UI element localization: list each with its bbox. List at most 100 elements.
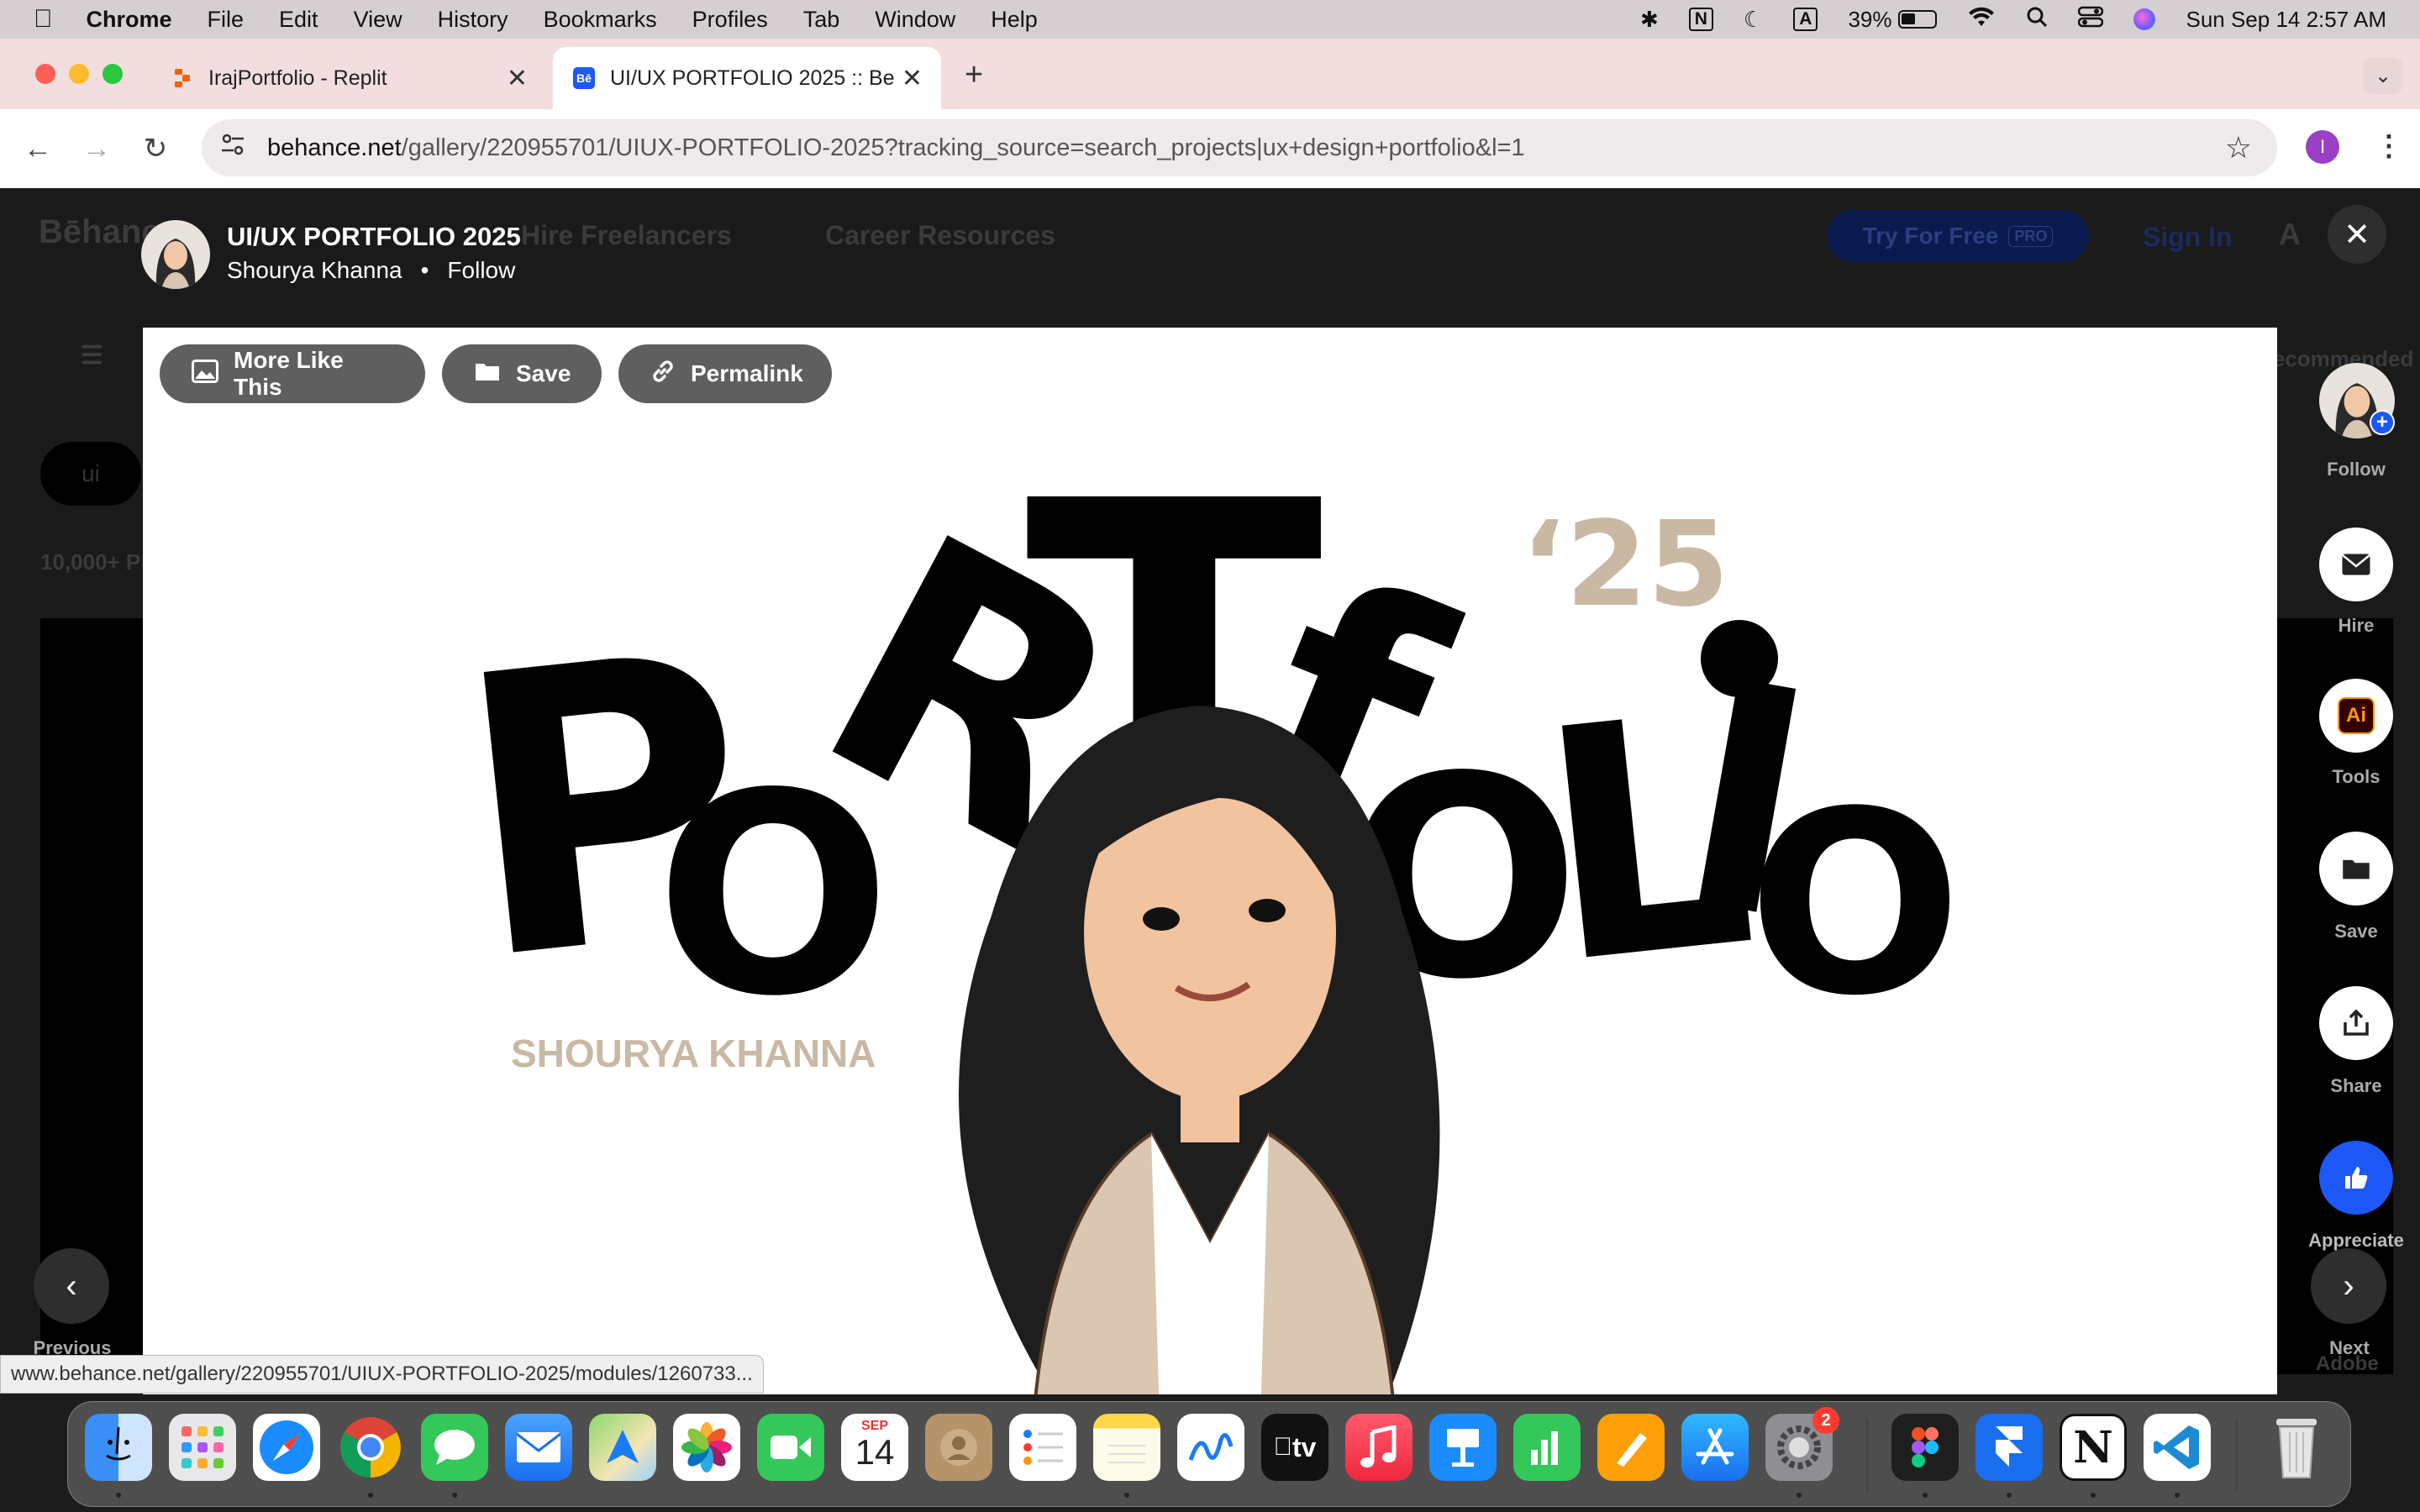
menu-help[interactable]: Help: [991, 7, 1038, 33]
menu-file[interactable]: File: [208, 7, 245, 33]
tab-replit[interactable]: IrajPortfolio - Replit ✕: [151, 47, 546, 109]
safari-icon[interactable]: [253, 1414, 320, 1481]
dock-running-dot: [2175, 1493, 2180, 1498]
nav-hire-freelancers[interactable]: Hire Freelancers: [521, 220, 732, 251]
photos-icon[interactable]: [673, 1414, 740, 1481]
zoom-window-button[interactable]: [103, 64, 123, 84]
next-button[interactable]: ›: [2311, 1248, 2386, 1324]
url-path: /gallery/220955701/UIUX-PORTFOLIO-2025?t…: [401, 134, 1525, 161]
trash-icon[interactable]: [2263, 1414, 2330, 1481]
spotlight-search-icon[interactable]: [2026, 6, 2048, 34]
contacts-icon[interactable]: [925, 1414, 992, 1481]
sidebar-save-button[interactable]: [2319, 832, 2393, 906]
vscode-icon[interactable]: [2144, 1414, 2211, 1481]
mail-icon[interactable]: [505, 1414, 572, 1481]
filter-icon[interactable]: ☰: [81, 341, 103, 370]
facetime-icon[interactable]: [757, 1414, 824, 1481]
close-modal-button[interactable]: ✕: [2328, 205, 2386, 264]
forward-arrow-icon[interactable]: →: [76, 128, 118, 170]
author-avatar[interactable]: [141, 220, 210, 289]
try-for-free-button[interactable]: Try For Free PRO: [1827, 210, 2089, 262]
chrome-menu-icon[interactable]: ⋮: [2375, 129, 2403, 163]
tab-behance[interactable]: Bē UI/UX PORTFOLIO 2025 :: Be ✕: [553, 47, 941, 109]
dock-running-dot: [1124, 1493, 1129, 1498]
sidebar-hire-label: Hire: [2338, 615, 2375, 636]
framer-icon[interactable]: [1975, 1414, 2043, 1481]
menubar-status-area: ✱ N ☾ A 39% Sun Sep 14 2:57 AM: [1640, 0, 2386, 39]
sidebar-tools-label: Tools: [2332, 766, 2381, 787]
reload-icon[interactable]: ↻: [134, 128, 176, 170]
back-arrow-icon[interactable]: ←: [17, 128, 59, 170]
dock-running-dot: [452, 1493, 457, 1498]
tools-button[interactable]: Ai: [2319, 679, 2393, 753]
site-info-icon[interactable]: [220, 133, 245, 163]
battery-percent: 39%: [1848, 6, 1892, 32]
wifi-icon[interactable]: [1967, 6, 1996, 34]
close-tab-icon[interactable]: ✕: [902, 64, 923, 93]
bookmark-star-icon[interactable]: ☆: [2225, 130, 2252, 165]
share-icon: [2344, 1009, 2369, 1036]
menubar-clock[interactable]: Sun Sep 14 2:57 AM: [2186, 7, 2386, 33]
dock-running-dot: [2091, 1493, 2096, 1498]
menu-tab[interactable]: Tab: [803, 7, 840, 33]
finder-icon[interactable]: [85, 1414, 152, 1481]
tab-strip: IrajPortfolio - Replit ✕ Bē UI/UX PORTFO…: [0, 39, 2420, 109]
dock-running-dot: [1923, 1493, 1928, 1498]
siri-icon[interactable]: [2133, 8, 2156, 30]
menu-window[interactable]: Window: [875, 7, 955, 33]
appreciate-button[interactable]: [2319, 1141, 2393, 1215]
numbers-icon[interactable]: [1513, 1414, 1581, 1481]
control-center-icon[interactable]: [2078, 6, 2104, 34]
moon-icon[interactable]: ☾: [1744, 7, 1763, 33]
figma-icon[interactable]: [1891, 1414, 1959, 1481]
dock-running-dot: [1797, 1493, 1802, 1498]
folder-icon: [2343, 859, 2370, 879]
hire-button[interactable]: [2319, 528, 2393, 601]
close-window-button[interactable]: [35, 64, 55, 84]
freeform-icon[interactable]: [1177, 1414, 1244, 1481]
menu-profiles[interactable]: Profiles: [692, 7, 768, 33]
figma-menu-icon[interactable]: ✱: [1640, 7, 1659, 33]
maps-icon[interactable]: [589, 1414, 656, 1481]
apple-tv-icon[interactable]: tv: [1261, 1414, 1328, 1481]
launchpad-icon[interactable]: [169, 1414, 236, 1481]
artwork-year: ‘25: [1521, 496, 1729, 633]
follow-plus-icon[interactable]: +: [2370, 410, 2395, 435]
menu-app-name[interactable]: Chrome: [87, 7, 172, 33]
system-settings-icon[interactable]: 2: [1765, 1407, 1839, 1481]
sign-in-link[interactable]: Sign In: [2143, 222, 2233, 253]
music-icon[interactable]: [1345, 1414, 1413, 1481]
tab-search-icon[interactable]: ⌄: [2363, 57, 2403, 94]
previous-button[interactable]: ‹: [34, 1248, 109, 1324]
chrome-icon[interactable]: [337, 1414, 404, 1481]
address-bar[interactable]: behance.net/gallery/220955701/UIUX-PORTF…: [202, 119, 2277, 176]
portfolio-artwork: P O R T f O L I O ‘25 SHOURYA KHANNA: [440, 409, 1962, 1394]
messages-icon[interactable]: [421, 1414, 488, 1481]
notification-badge: 2: [1812, 1407, 1839, 1434]
minimize-window-button[interactable]: [69, 64, 89, 84]
menu-history[interactable]: History: [438, 7, 508, 33]
notes-icon[interactable]: [1093, 1414, 1160, 1481]
notion-menu-icon[interactable]: N: [1688, 8, 1713, 31]
notion-icon[interactable]: N: [2060, 1414, 2127, 1481]
new-tab-icon[interactable]: +: [965, 57, 983, 93]
reminders-icon[interactable]: [1009, 1414, 1076, 1481]
close-tab-icon[interactable]: ✕: [507, 64, 528, 93]
calendar-icon[interactable]: SEP 14: [841, 1414, 908, 1481]
apple-icon[interactable]: : [34, 5, 53, 34]
author-name[interactable]: Shourya Khanna: [227, 257, 402, 284]
menu-bookmarks[interactable]: Bookmarks: [544, 7, 657, 33]
battery-indicator[interactable]: 39%: [1848, 6, 1938, 33]
share-button[interactable]: [2319, 986, 2393, 1060]
nav-career-resources[interactable]: Career Resources: [825, 220, 1055, 251]
follow-link[interactable]: Follow: [447, 257, 515, 284]
author-line: Shourya Khanna • Follow: [227, 257, 515, 284]
keynote-icon[interactable]: [1429, 1414, 1497, 1481]
input-source-icon[interactable]: A: [1793, 8, 1818, 31]
app-store-icon[interactable]: [1681, 1414, 1749, 1481]
chip-ui[interactable]: ui: [40, 442, 141, 506]
menu-edit[interactable]: Edit: [279, 7, 318, 33]
menu-view[interactable]: View: [354, 7, 402, 33]
profile-avatar[interactable]: I: [2306, 130, 2339, 164]
pages-icon[interactable]: [1597, 1414, 1665, 1481]
